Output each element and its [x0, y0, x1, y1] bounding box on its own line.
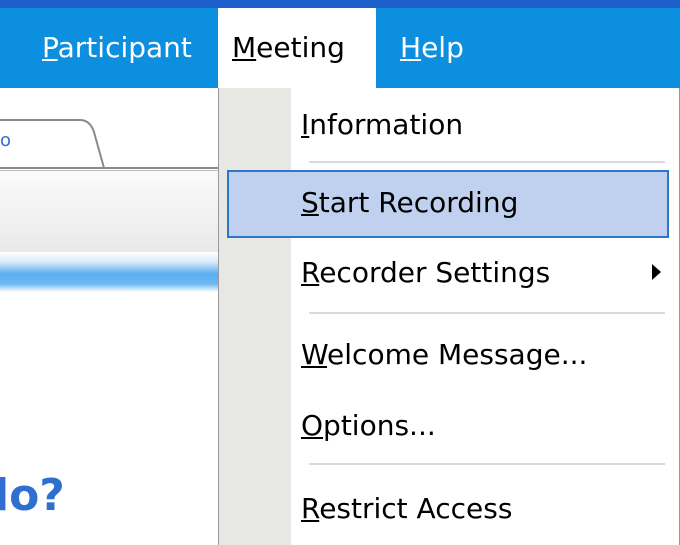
menu-separator — [309, 161, 665, 163]
menu-item-information[interactable]: Information — [219, 92, 679, 158]
submenu-arrow-icon — [652, 264, 661, 280]
menu-item-welcome-message-label: Welcome Message... — [301, 322, 587, 388]
menu-participant-label: articipant — [57, 31, 192, 64]
menu-item-recorder-settings-label: Recorder Settings — [301, 240, 550, 306]
menu-item-options-text: ptions... — [323, 409, 436, 442]
menu-item-welcome-message-mnemonic: W — [301, 338, 328, 371]
menu-item-restrict-access[interactable]: Restrict Access — [219, 476, 679, 542]
panel-header-bar — [0, 252, 218, 292]
menu-item-options-mnemonic: O — [301, 409, 324, 442]
menu-meeting[interactable]: Meeting — [218, 8, 376, 88]
menu-separator — [309, 312, 665, 314]
menu-item-restrict-access-text: estrict Access — [319, 492, 513, 525]
menu-item-recorder-settings-text: ecorder Settings — [319, 256, 551, 289]
menu-item-start-recording[interactable]: Start Recording — [219, 170, 679, 238]
menu-item-information-text: nformation — [309, 108, 464, 141]
menu-item-options-label: Options... — [301, 393, 436, 459]
menu-bar: Participant Meeting Help — [0, 8, 680, 88]
menu-help-mnemonic: H — [400, 31, 422, 64]
menu-help[interactable]: Help — [386, 8, 478, 88]
menu-participant[interactable]: Participant — [28, 8, 206, 88]
panel-heading: lo? — [0, 470, 65, 521]
menu-help-label: elp — [421, 31, 464, 64]
menu-item-start-recording-text: tart Recording — [318, 186, 519, 219]
menu-item-start-recording-mnemonic: S — [301, 186, 319, 219]
toolbar-area — [0, 170, 218, 253]
window-title-strip — [0, 0, 680, 8]
tab-outline — [0, 119, 218, 169]
menu-item-recorder-settings[interactable]: Recorder Settings — [219, 240, 679, 306]
menu-item-restrict-access-label: Restrict Access — [301, 476, 512, 542]
menu-item-start-recording-label: Start Recording — [301, 170, 518, 236]
tab-label[interactable]: o — [0, 132, 11, 150]
menu-participant-mnemonic: P — [42, 31, 58, 64]
menu-item-information-label: Information — [301, 92, 463, 158]
menu-item-restrict-access-mnemonic: R — [301, 492, 320, 525]
meeting-dropdown-menu: Information Start Recording Recorder Set… — [218, 88, 680, 545]
menu-item-welcome-message-text: elcome Message... — [327, 338, 588, 371]
menu-item-options[interactable]: Options... — [219, 393, 679, 459]
menu-item-recorder-settings-mnemonic: R — [301, 256, 320, 289]
menu-item-welcome-message[interactable]: Welcome Message... — [219, 322, 679, 388]
menu-meeting-label: eeting — [256, 31, 345, 64]
menu-separator — [309, 463, 665, 465]
tab-strip: o — [0, 88, 218, 170]
menu-meeting-mnemonic: M — [232, 31, 257, 64]
